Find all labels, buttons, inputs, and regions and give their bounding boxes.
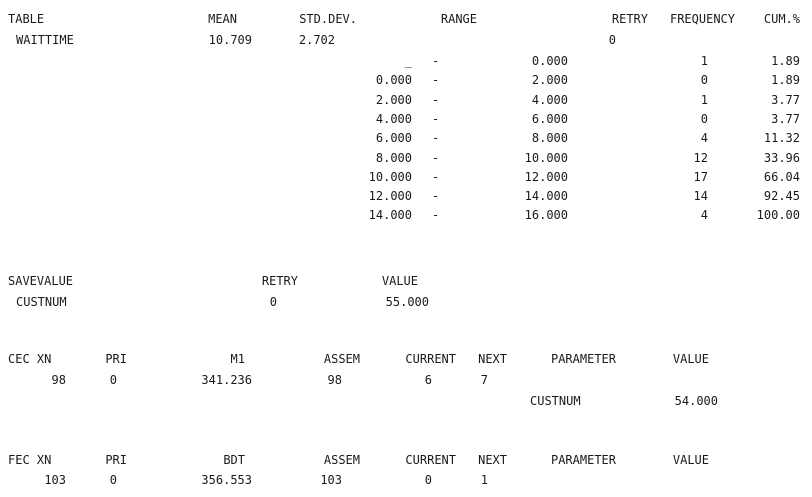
- frequency: 4: [700, 131, 708, 145]
- range-high: 12.000: [524, 170, 568, 184]
- cec-header-parameter: PARAMETER: [550, 352, 616, 366]
- cec-m1: 341.236: [201, 373, 252, 387]
- cec-header-xn: CEC XN: [8, 352, 52, 366]
- savevalue-name: CUSTNUM: [16, 295, 67, 309]
- range-dash: -: [432, 170, 440, 184]
- savevalue-value: 55.000: [385, 295, 429, 309]
- cum-pct: 11.32: [763, 131, 800, 145]
- range-low: 14.000: [368, 208, 412, 222]
- frequency: 12: [693, 151, 708, 165]
- fec-header-assem: ASSEM: [323, 453, 360, 467]
- fec-header-xn: FEC XN: [8, 453, 52, 467]
- range-low: 12.000: [368, 189, 412, 203]
- range-low: 10.000: [368, 170, 412, 184]
- savevalue-header-retry: RETRY: [261, 274, 298, 288]
- table-std-dev-value: 2.702: [298, 33, 335, 47]
- fec-header-value: VALUE: [672, 453, 709, 467]
- cec-parameter: CUSTNUM: [530, 394, 581, 408]
- frequency: 0: [700, 112, 708, 126]
- fec-assem: 103: [320, 473, 342, 487]
- range-high: 6.000: [531, 112, 568, 126]
- table-header-frequency: FREQUENCY: [669, 12, 735, 26]
- range-high: 4.000: [531, 93, 568, 107]
- table-header-table: TABLE: [8, 12, 45, 26]
- fec-next: 1: [480, 473, 488, 487]
- frequency: 14: [693, 189, 708, 203]
- range-low: 2.000: [375, 93, 412, 107]
- fec-pri: 0: [109, 473, 117, 487]
- cec-header-next: NEXT: [478, 352, 507, 366]
- fec-header-parameter: PARAMETER: [550, 453, 616, 467]
- range-low: _: [404, 54, 412, 68]
- cec-parameter-value: 54.000: [674, 394, 718, 408]
- frequency: 4: [700, 208, 708, 222]
- table-header-range: RANGE: [440, 12, 477, 26]
- cec-header-value: VALUE: [672, 352, 709, 366]
- cum-pct: 100.00: [756, 208, 800, 222]
- savevalue-header: SAVEVALUE: [8, 274, 74, 288]
- fec-bdt: 356.553: [201, 473, 252, 487]
- range-high: 0.000: [531, 54, 568, 68]
- range-dash: -: [432, 189, 440, 203]
- range-dash: -: [432, 73, 440, 87]
- table-mean-value: 10.709: [208, 33, 252, 47]
- table-header-cum-pct: CUM.%: [763, 12, 800, 26]
- fec-header-next: NEXT: [478, 453, 507, 467]
- fec-header-bdt: BDT: [223, 453, 245, 467]
- table-header-retry: RETRY: [611, 12, 648, 26]
- cum-pct: 3.77: [771, 112, 800, 126]
- cec-next: 7: [480, 373, 488, 387]
- cec-xn: 98: [51, 373, 66, 387]
- range-high: 2.000: [531, 73, 568, 87]
- fec-xn: 103: [44, 473, 66, 487]
- cec-header-assem: ASSEM: [323, 352, 360, 366]
- cec-header-pri: PRI: [105, 352, 127, 366]
- cec-pri: 0: [109, 373, 117, 387]
- table-name: WAITTIME: [16, 33, 74, 47]
- frequency: 17: [693, 170, 708, 184]
- fec-current: 0: [424, 473, 432, 487]
- cum-pct: 1.89: [771, 73, 800, 87]
- frequency: 1: [700, 93, 708, 107]
- range-high: 14.000: [524, 189, 568, 203]
- range-dash: -: [432, 112, 440, 126]
- savevalue-retry: 0: [269, 295, 277, 309]
- fec-header-pri: PRI: [105, 453, 127, 467]
- range-dash: -: [432, 54, 440, 68]
- cum-pct: 33.96: [763, 151, 800, 165]
- range-high: 8.000: [531, 131, 568, 145]
- range-high: 16.000: [524, 208, 568, 222]
- fec-header-current: CURRENT: [405, 453, 456, 467]
- cum-pct: 1.89: [771, 54, 800, 68]
- cec-header-current: CURRENT: [405, 352, 456, 366]
- cum-pct: 66.04: [763, 170, 800, 184]
- range-dash: -: [432, 131, 440, 145]
- savevalue-header-value: VALUE: [381, 274, 418, 288]
- range-low: 6.000: [375, 131, 412, 145]
- cec-current: 6: [424, 373, 432, 387]
- range-low: 8.000: [375, 151, 412, 165]
- range-dash: -: [432, 93, 440, 107]
- table-header-mean: MEAN: [208, 12, 237, 26]
- table-header-std-dev: STD.DEV.: [299, 12, 357, 26]
- range-dash: -: [432, 208, 440, 222]
- range-dash: -: [432, 151, 440, 165]
- frequency: 1: [700, 54, 708, 68]
- table-retry-value: 0: [608, 33, 616, 47]
- cec-header-m1: M1: [230, 352, 245, 366]
- range-low: 0.000: [375, 73, 412, 87]
- cum-pct: 92.45: [763, 189, 800, 203]
- cec-assem: 98: [327, 373, 342, 387]
- frequency: 0: [700, 73, 708, 87]
- range-high: 10.000: [524, 151, 568, 165]
- range-low: 4.000: [375, 112, 412, 126]
- cum-pct: 3.77: [771, 93, 800, 107]
